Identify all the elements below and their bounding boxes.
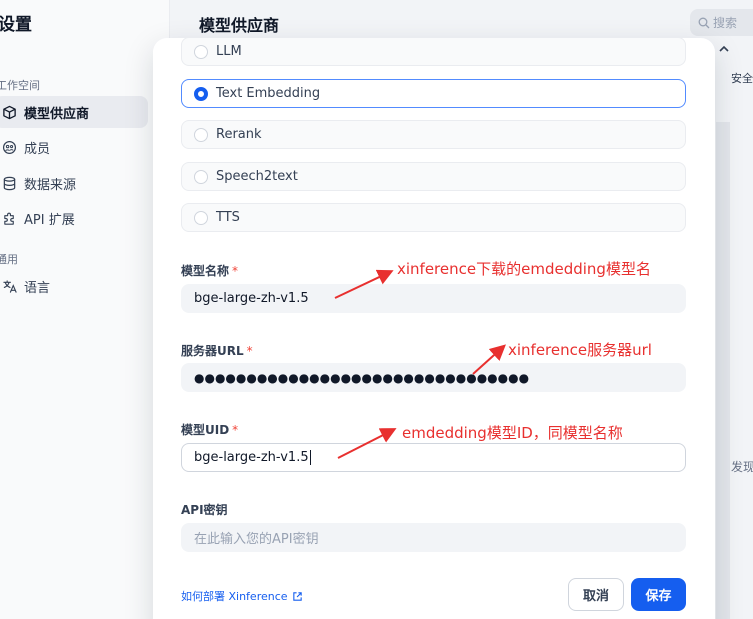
database-icon (0, 174, 18, 192)
radio-checked-icon (194, 86, 208, 101)
save-button[interactable]: 保存 (631, 578, 686, 611)
radio-icon (194, 127, 208, 142)
api-key-label: API密钥 (181, 503, 228, 517)
api-key-input[interactable]: 在此输入您的API密钥 (181, 523, 686, 552)
model-type-option-llm[interactable]: LLM (181, 38, 686, 66)
sidebar-item-label: API 扩展 (24, 212, 75, 228)
chevron-up-icon[interactable] (716, 40, 732, 58)
model-name-input[interactable]: bge-large-zh-v1.5 (181, 284, 686, 313)
sidebar-item-label: 数据来源 (24, 177, 77, 193)
scrollbar[interactable] (716, 122, 730, 619)
settings-sidebar: 设置 工作空间 模型供应商 成员 数据来源 API 扩展 通用 语言 (0, 0, 170, 619)
sidebar-item-model-provider[interactable]: 模型供应商 (0, 96, 148, 128)
model-uid-label: 模型UID * (181, 423, 239, 437)
sidebar-item-api-extension[interactable]: API 扩展 (0, 202, 148, 234)
annotation-model-name: xinference下载的emdedding模型名 (397, 260, 651, 278)
model-uid-input[interactable]: bge-large-zh-v1.5 (181, 443, 686, 472)
sidebar-item-label: 模型供应商 (24, 106, 90, 122)
sidebar-item-label: 语言 (24, 280, 51, 296)
external-link-icon (292, 591, 302, 601)
model-name-label: 模型名称 * (181, 264, 239, 278)
search-icon (698, 17, 710, 28)
radio-icon (194, 44, 208, 59)
page-title: 模型供应商 (199, 16, 280, 35)
radio-icon (194, 210, 208, 225)
cancel-button[interactable]: 取消 (568, 578, 624, 611)
sidebar-item-members[interactable]: 成员 (0, 131, 148, 163)
model-type-option-tts[interactable]: TTS (181, 203, 686, 232)
search-input[interactable]: 搜索 (690, 9, 753, 36)
sidebar-item-language[interactable]: 语言 (0, 270, 148, 302)
sidebar-item-data-source[interactable]: 数据来源 (0, 167, 148, 199)
model-type-option-rerank[interactable]: Rerank (181, 120, 686, 149)
settings-title: 设置 (0, 15, 32, 35)
section-label-workspace: 工作空间 (0, 79, 40, 92)
model-type-option-text-embedding[interactable]: Text Embedding (181, 79, 686, 108)
members-icon (0, 138, 18, 156)
background-tab-text: 安全配 (731, 72, 753, 85)
sidebar-item-label: 成员 (24, 141, 51, 157)
add-model-modal: LLM Text Embedding Rerank Speech2text TT… (153, 38, 715, 619)
cube-icon (0, 103, 18, 121)
annotation-server-url: xinference服务器url (508, 341, 652, 359)
text-caret (309, 450, 311, 465)
model-type-option-speech2text[interactable]: Speech2text (181, 162, 686, 191)
background-discover-text: 发现 (731, 460, 753, 474)
annotation-model-uid: emdedding模型ID，同模型名称 (402, 424, 623, 442)
radio-icon (194, 169, 208, 184)
server-url-input[interactable]: ●●●●●●●●●●●●●●●●●●●●●●●●●●●●●●●● (181, 363, 686, 392)
translate-icon (0, 277, 18, 295)
server-url-label: 服务器URL * (181, 344, 253, 358)
puzzle-icon (0, 209, 18, 227)
deploy-xinference-link[interactable]: 如何部署 Xinference (181, 588, 303, 604)
section-label-general: 通用 (0, 253, 18, 266)
